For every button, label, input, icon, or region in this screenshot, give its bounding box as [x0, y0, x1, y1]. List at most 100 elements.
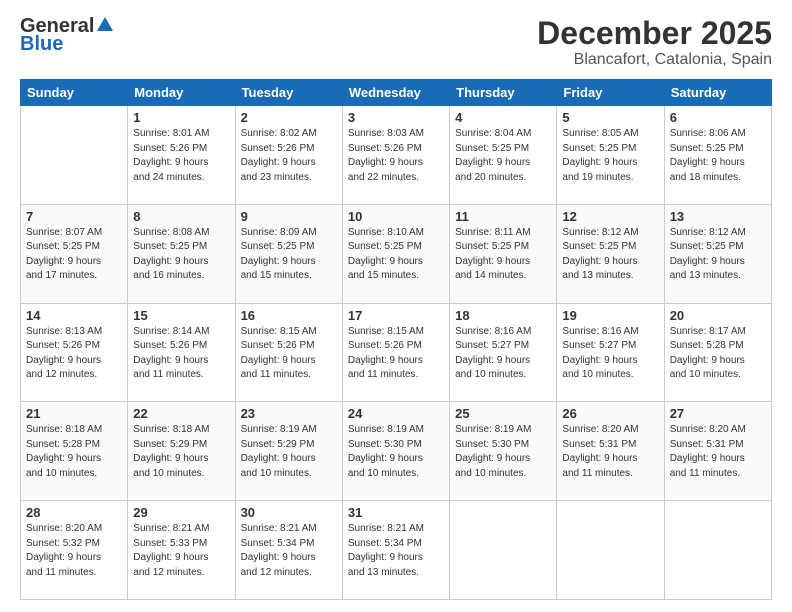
calendar-cell: 8 Sunrise: 8:08 AMSunset: 5:25 PMDaylight…: [128, 204, 235, 303]
calendar-cell: 17 Sunrise: 8:15 AMSunset: 5:26 PMDayligh…: [342, 303, 449, 402]
calendar-cell: [664, 501, 771, 600]
col-header-monday: Monday: [128, 80, 235, 106]
calendar-table: SundayMondayTuesdayWednesdayThursdayFrid…: [20, 79, 772, 600]
day-number: 27: [670, 406, 766, 421]
calendar-cell: [450, 501, 557, 600]
day-number: 16: [241, 308, 337, 323]
col-header-wednesday: Wednesday: [342, 80, 449, 106]
month-title: December 2025: [537, 16, 772, 51]
calendar-cell: 23 Sunrise: 8:19 AMSunset: 5:29 PMDayligh…: [235, 402, 342, 501]
day-number: 2: [241, 110, 337, 125]
day-number: 4: [455, 110, 551, 125]
day-info: Sunrise: 8:21 AMSunset: 5:34 PMDaylight:…: [241, 522, 337, 580]
day-number: 17: [348, 308, 444, 323]
day-number: 26: [562, 406, 658, 421]
day-info: Sunrise: 8:12 AMSunset: 5:25 PMDaylight:…: [670, 226, 766, 284]
day-info: Sunrise: 8:05 AMSunset: 5:25 PMDaylight:…: [562, 127, 658, 185]
day-number: 1: [133, 110, 229, 125]
calendar-cell: 9Sunrise: 8:09 AMSunset: 5:25 PMDaylight…: [235, 204, 342, 303]
title-block: December 2025 Blancafort, Catalonia, Spa…: [537, 16, 772, 69]
calendar-cell: 14Sunrise: 8:13 AMSunset: 5:26 PMDayligh…: [21, 303, 128, 402]
day-number: 24: [348, 406, 444, 421]
day-info: Sunrise: 8:17 AMSunset: 5:28 PMDaylight:…: [670, 325, 766, 383]
calendar-cell: 19Sunrise: 8:16 AMSunset: 5:27 PMDayligh…: [557, 303, 664, 402]
day-number: 29: [133, 505, 229, 520]
day-info: Sunrise: 8:03 AMSunset: 5:26 PMDaylight:…: [348, 127, 444, 185]
day-number: 31: [348, 505, 444, 520]
calendar-cell: 28 Sunrise: 8:20 AMSunset: 5:32 PMDayligh…: [21, 501, 128, 600]
calendar-cell: 7 Sunrise: 8:07 AMSunset: 5:25 PMDaylight…: [21, 204, 128, 303]
day-info: Sunrise: 8:10 AMSunset: 5:25 PMDaylight:…: [348, 226, 444, 284]
day-info: Sunrise: 8:12 AMSunset: 5:25 PMDaylight:…: [562, 226, 658, 284]
calendar-cell: 29Sunrise: 8:21 AMSunset: 5:33 PMDayligh…: [128, 501, 235, 600]
calendar-cell: [557, 501, 664, 600]
calendar-cell: 3 Sunrise: 8:03 AMSunset: 5:26 PMDaylight…: [342, 106, 449, 205]
calendar-cell: 10 Sunrise: 8:10 AMSunset: 5:25 PMDayligh…: [342, 204, 449, 303]
calendar-cell: 16 Sunrise: 8:15 AMSunset: 5:26 PMDayligh…: [235, 303, 342, 402]
day-info: Sunrise: 8:08 AMSunset: 5:25 PMDaylight:…: [133, 226, 229, 284]
day-number: 8: [133, 209, 229, 224]
day-number: 23: [241, 406, 337, 421]
day-number: 15: [133, 308, 229, 323]
day-info: Sunrise: 8:15 AMSunset: 5:26 PMDaylight:…: [241, 325, 337, 383]
calendar-cell: 22 Sunrise: 8:18 AMSunset: 5:29 PMDayligh…: [128, 402, 235, 501]
day-info: Sunrise: 8:04 AMSunset: 5:25 PMDaylight:…: [455, 127, 551, 185]
day-number: 14: [26, 308, 122, 323]
calendar-cell: 11Sunrise: 8:11 AMSunset: 5:25 PMDayligh…: [450, 204, 557, 303]
calendar-cell: 30 Sunrise: 8:21 AMSunset: 5:34 PMDayligh…: [235, 501, 342, 600]
day-info: Sunrise: 8:15 AMSunset: 5:26 PMDaylight:…: [348, 325, 444, 383]
day-number: 13: [670, 209, 766, 224]
header: General Blue December 2025 Blancafort, C…: [20, 16, 772, 69]
day-info: Sunrise: 8:07 AMSunset: 5:25 PMDaylight:…: [26, 226, 122, 284]
day-info: Sunrise: 8:14 AMSunset: 5:26 PMDaylight:…: [133, 325, 229, 383]
day-info: Sunrise: 8:19 AMSunset: 5:29 PMDaylight:…: [241, 423, 337, 481]
day-number: 3: [348, 110, 444, 125]
day-number: 10: [348, 209, 444, 224]
col-header-saturday: Saturday: [664, 80, 771, 106]
logo-icon: [96, 15, 114, 33]
calendar-cell: 1 Sunrise: 8:01 AMSunset: 5:26 PMDaylight…: [128, 106, 235, 205]
day-number: 30: [241, 505, 337, 520]
day-number: 21: [26, 406, 122, 421]
calendar-cell: 4 Sunrise: 8:04 AMSunset: 5:25 PMDaylight…: [450, 106, 557, 205]
calendar-cell: 5 Sunrise: 8:05 AMSunset: 5:25 PMDaylight…: [557, 106, 664, 205]
calendar-cell: 31Sunrise: 8:21 AMSunset: 5:34 PMDayligh…: [342, 501, 449, 600]
day-number: 28: [26, 505, 122, 520]
calendar-cell: 21 Sunrise: 8:18 AMSunset: 5:28 PMDayligh…: [21, 402, 128, 501]
day-number: 20: [670, 308, 766, 323]
calendar-cell: 27 Sunrise: 8:20 AMSunset: 5:31 PMDayligh…: [664, 402, 771, 501]
calendar-cell: 20 Sunrise: 8:17 AMSunset: 5:28 PMDayligh…: [664, 303, 771, 402]
day-number: 25: [455, 406, 551, 421]
day-info: Sunrise: 8:20 AMSunset: 5:31 PMDaylight:…: [670, 423, 766, 481]
day-number: 6: [670, 110, 766, 125]
calendar-cell: 12Sunrise: 8:12 AMSunset: 5:25 PMDayligh…: [557, 204, 664, 303]
day-info: Sunrise: 8:20 AMSunset: 5:31 PMDaylight:…: [562, 423, 658, 481]
day-info: Sunrise: 8:16 AMSunset: 5:27 PMDaylight:…: [562, 325, 658, 383]
day-number: 18: [455, 308, 551, 323]
day-info: Sunrise: 8:18 AMSunset: 5:29 PMDaylight:…: [133, 423, 229, 481]
col-header-sunday: Sunday: [21, 80, 128, 106]
calendar-cell: 2 Sunrise: 8:02 AMSunset: 5:26 PMDaylight…: [235, 106, 342, 205]
logo: General Blue: [20, 16, 114, 54]
location-title: Blancafort, Catalonia, Spain: [537, 51, 772, 69]
calendar-cell: 6 Sunrise: 8:06 AMSunset: 5:25 PMDaylight…: [664, 106, 771, 205]
col-header-friday: Friday: [557, 80, 664, 106]
day-info: Sunrise: 8:09 AMSunset: 5:25 PMDaylight:…: [241, 226, 337, 284]
calendar-cell: 15 Sunrise: 8:14 AMSunset: 5:26 PMDayligh…: [128, 303, 235, 402]
calendar-cell: 13 Sunrise: 8:12 AMSunset: 5:25 PMDayligh…: [664, 204, 771, 303]
day-number: 7: [26, 209, 122, 224]
day-info: Sunrise: 8:02 AMSunset: 5:26 PMDaylight:…: [241, 127, 337, 185]
day-info: Sunrise: 8:06 AMSunset: 5:25 PMDaylight:…: [670, 127, 766, 185]
day-info: Sunrise: 8:16 AMSunset: 5:27 PMDaylight:…: [455, 325, 551, 383]
day-number: 22: [133, 406, 229, 421]
col-header-thursday: Thursday: [450, 80, 557, 106]
day-number: 11: [455, 209, 551, 224]
day-info: Sunrise: 8:18 AMSunset: 5:28 PMDaylight:…: [26, 423, 122, 481]
calendar-cell: [21, 106, 128, 205]
calendar-cell: 26 Sunrise: 8:20 AMSunset: 5:31 PMDayligh…: [557, 402, 664, 501]
day-info: Sunrise: 8:01 AMSunset: 5:26 PMDaylight:…: [133, 127, 229, 185]
page: General Blue December 2025 Blancafort, C…: [0, 0, 792, 612]
day-number: 5: [562, 110, 658, 125]
day-info: Sunrise: 8:20 AMSunset: 5:32 PMDaylight:…: [26, 522, 122, 580]
calendar-cell: 24Sunrise: 8:19 AMSunset: 5:30 PMDayligh…: [342, 402, 449, 501]
